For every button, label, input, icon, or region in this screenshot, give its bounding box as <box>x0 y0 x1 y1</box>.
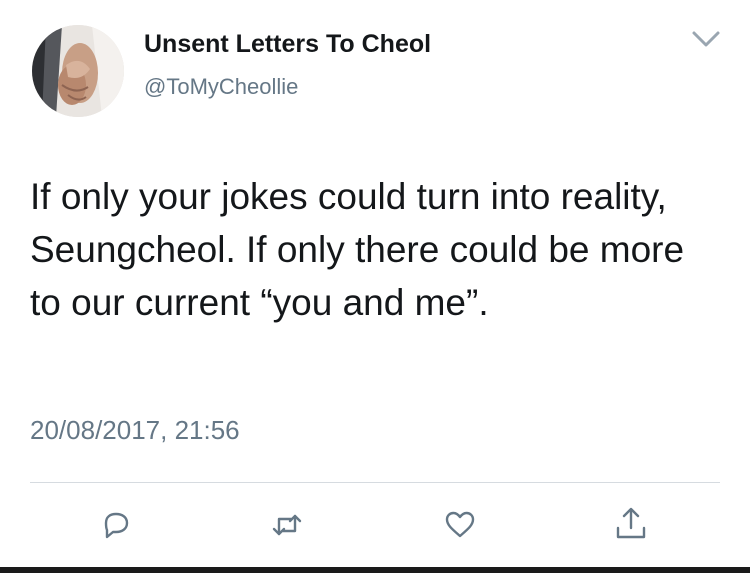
share-icon <box>616 507 646 539</box>
tweet-timestamp[interactable]: 20/08/2017, 21:56 <box>30 415 240 446</box>
divider <box>30 482 720 483</box>
retweet-icon <box>272 514 302 536</box>
user-handle[interactable]: @ToMyCheollie <box>144 74 298 100</box>
like-button[interactable] <box>443 508 477 542</box>
avatar-image <box>32 25 124 117</box>
share-button[interactable] <box>614 506 648 540</box>
tweet-text: If only your jokes could turn into reali… <box>30 176 685 323</box>
bottom-edge <box>0 567 750 573</box>
retweet-button[interactable] <box>270 508 304 542</box>
reply-icon <box>104 512 129 539</box>
reply-button[interactable] <box>99 508 133 542</box>
display-name[interactable]: Unsent Letters To Cheol <box>144 30 431 59</box>
avatar[interactable] <box>32 25 124 117</box>
heart-icon <box>445 511 475 538</box>
chevron-down-icon[interactable] <box>690 28 722 50</box>
